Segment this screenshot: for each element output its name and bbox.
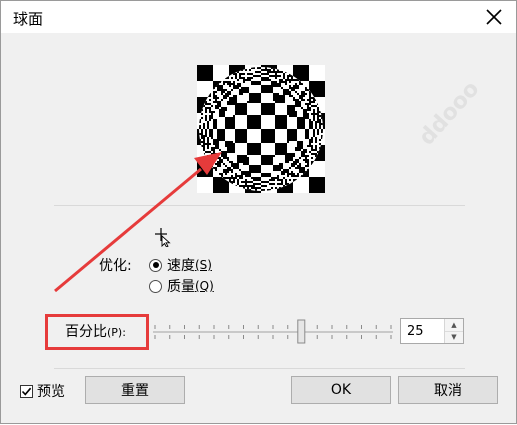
- radio-quality[interactable]: 质量 (Q): [149, 276, 214, 296]
- radio-unselected-icon: [149, 279, 162, 293]
- spin-arrows: ▲ ▼: [444, 319, 463, 343]
- close-icon[interactable]: [480, 3, 508, 31]
- checkbox-box: [20, 384, 33, 398]
- percent-value[interactable]: 25: [407, 324, 424, 339]
- percent-hotkey: (P):: [107, 326, 126, 339]
- preview-label: 预览: [37, 384, 65, 400]
- checkmark-icon: [21, 387, 32, 396]
- separator-bottom: [54, 368, 465, 369]
- watermark-logo: ddooo: [414, 76, 485, 151]
- checkerboard-sphere-preview: [197, 65, 325, 193]
- ok-button[interactable]: OK: [291, 376, 391, 404]
- sphere-dialog: 球面 优化: 速度 (S) 质量 (Q) 百分比(P): 25 ▲ ▼ 预览 重…: [0, 0, 517, 424]
- dialog-title: 球面: [13, 10, 44, 28]
- crosshair-cursor-icon: [155, 228, 171, 247]
- percent-slider[interactable]: [151, 319, 395, 345]
- radio-speed[interactable]: 速度 (S): [149, 255, 212, 275]
- preview-checkbox[interactable]: 预览: [20, 381, 65, 401]
- percent-label-text: 百分比: [65, 324, 107, 340]
- radio-speed-label: 速度: [167, 258, 195, 274]
- radio-selected-icon: [149, 258, 162, 272]
- cancel-button[interactable]: 取消: [398, 376, 498, 404]
- radio-quality-label: 质量: [167, 279, 195, 295]
- percent-spinbox[interactable]: 25 ▲ ▼: [400, 318, 464, 344]
- reset-button[interactable]: 重置: [85, 376, 185, 404]
- optimization-label: 优化:: [99, 258, 132, 274]
- spin-up-icon[interactable]: ▲: [445, 320, 463, 331]
- spin-down-icon[interactable]: ▼: [445, 331, 463, 343]
- radio-quality-hotkey: (Q): [195, 279, 214, 293]
- slider-thumb[interactable]: [297, 319, 306, 344]
- title-bar: 球面: [1, 1, 516, 33]
- percent-label: 百分比(P):: [65, 321, 126, 341]
- separator-top: [54, 205, 465, 206]
- radio-speed-hotkey: (S): [195, 258, 212, 272]
